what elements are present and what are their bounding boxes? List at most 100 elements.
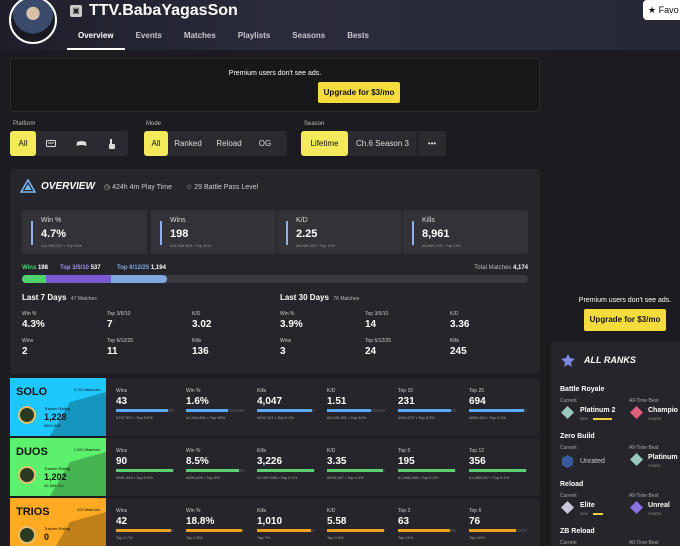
playlist-stat-label: Top 5 [398, 448, 411, 454]
playlist-stat-value: 76 [469, 516, 481, 527]
tab-playlists[interactable]: Playlists [227, 24, 281, 50]
playlist-stat-label: Top 6 [469, 508, 482, 514]
upgrade-button[interactable]: Upgrade for $3/mo [318, 82, 400, 103]
last7-value: 4.3% [22, 319, 45, 330]
playlist-stat-fill [257, 469, 314, 472]
stat-sub: #11,536,954 • Top 32% [170, 243, 212, 248]
stat-label: Kills [422, 217, 435, 224]
last7-label: Wins [22, 338, 34, 344]
rank-mode-name: Zero Build [560, 433, 595, 440]
playlist-stat-value: 1.51 [327, 396, 347, 407]
last7-value: 11 [107, 346, 118, 357]
playlist-stat-bar [469, 409, 527, 412]
last7-value: 3.02 [192, 319, 212, 330]
playlist-name: DUOS [16, 446, 48, 458]
gamepad-icon[interactable] [66, 131, 96, 156]
playlist-stat-value: 42 [116, 516, 128, 527]
playlist-stat-bar [327, 529, 385, 532]
playlist-stat-fill [469, 469, 526, 472]
last30-label: Kills [450, 338, 460, 344]
platinum-rank-icon [561, 406, 574, 419]
playlist-stat-bar [398, 529, 456, 532]
playlist-row-duos[interactable]: DUOS 1,093 Matches Tracker Rating 1,202 #2,5… [10, 438, 540, 496]
season-lifetime-button[interactable]: Lifetime [301, 131, 348, 156]
last30-label: Top 3/5/10 [365, 311, 389, 317]
platform-all-button[interactable]: All [10, 131, 36, 156]
playlist-banner: DUOS 1,093 Matches Tracker Rating 1,202 #2,5… [10, 438, 106, 496]
playlist-stat-label: K/D [327, 448, 336, 454]
playlist-stat-fill [469, 409, 524, 412]
playlist-row-trios[interactable]: TRIOS 223 Matches Tracker Rating 0 Wins 42 Top… [10, 498, 540, 546]
tab-seasons[interactable]: Seasons [281, 24, 336, 50]
stat-sub: #6,086,331 • Top 19% [296, 243, 336, 248]
platform-filter: All [10, 131, 128, 156]
last7-matches: 47 Matches [70, 296, 97, 302]
last30-value: 14 [365, 319, 377, 330]
playlist-stat-label: Top 25 [469, 388, 485, 394]
all-ranks-card: ALL RANKS Battle Royale Current All-Time… [551, 342, 680, 546]
rank-best-sub: CH5S1 [648, 463, 661, 468]
tracker-rating-label: Tracker Rating [44, 526, 71, 531]
profile-nav: Overview Events Matches Playlists Season… [67, 24, 380, 50]
playlist-stat-value: 356 [469, 456, 486, 467]
playlist-stat-bar [186, 409, 244, 412]
playlist-stat-bar [186, 469, 244, 472]
tab-events[interactable]: Events [125, 24, 173, 50]
rank-best-label: All-Time Best [629, 493, 659, 499]
playlist-row-solo[interactable]: SOLO 2,723 Matches Tracker Rating 1,228 #824… [10, 378, 540, 436]
playlist-stat-value: 43 [116, 396, 128, 407]
more-seasons-button[interactable]: ••• [418, 131, 446, 156]
tracker-rating-label: Tracker Rating [44, 466, 71, 471]
stat-value: 198 [170, 228, 189, 240]
stat-card-kd: K/D 2.25 #6,086,331 • Top 19% [277, 210, 402, 254]
overview-card: OVERVIEW ◷ 424h 4m Play Time ☆ 29 Battle… [10, 169, 540, 374]
playlist-stat-label: Wins [116, 388, 128, 394]
mode-filter: All Ranked Reload OG [144, 131, 287, 156]
keyboard-icon[interactable] [36, 131, 66, 156]
playlist-stat-sub: #1,566,988 • Top 0.2% [398, 475, 439, 480]
all-ranks-title: ALL RANKS [584, 355, 636, 365]
playlist-stat-value: 18.8% [186, 516, 215, 527]
mode-ranked-button[interactable]: Ranked [168, 131, 208, 156]
star-icon: ☆ [186, 184, 193, 191]
playlist-stat-bar [257, 529, 315, 532]
battle-pass-text: 29 Battle Pass Level [194, 184, 259, 191]
right-upgrade-button[interactable]: Upgrade for $3/mo [584, 309, 666, 331]
last7-title-text: Last 7 Days [22, 293, 67, 302]
mode-reload-button[interactable]: Reload [208, 131, 250, 156]
playtime-text: 424h 4m Play Time [112, 184, 172, 191]
playlist-stat-fill [186, 529, 242, 532]
playlist-stat-label: Top 3 [398, 508, 411, 514]
mode-all-button[interactable]: All [144, 131, 168, 156]
stat-card-wins: Wins 198 #11,536,954 • Top 32% [151, 210, 276, 254]
avatar[interactable] [9, 0, 57, 44]
tracker-rating-badge-icon [18, 466, 36, 484]
playlist-stat-label: Kills [257, 448, 267, 454]
playlist-stat-fill [327, 529, 384, 532]
tab-matches[interactable]: Matches [173, 24, 227, 50]
playlist-stat-fill [398, 469, 455, 472]
tab-bests[interactable]: Bests [336, 24, 380, 50]
playlist-stat-value: 90 [116, 456, 128, 467]
tracker-rating-sub: #824,948 [44, 423, 61, 428]
tab-overview[interactable]: Overview [67, 24, 125, 50]
playlist-stat-bar [116, 469, 174, 472]
last7-label: Kills [192, 338, 202, 344]
rank-current-label: Current [560, 493, 577, 499]
playlist-stat-fill [469, 529, 516, 532]
playlist-stat-bar [398, 409, 456, 412]
favorite-button[interactable]: ★ Favo [643, 0, 680, 20]
playlist-stat-label: Wins [116, 508, 128, 514]
rank-current-value: Platinum 2 [580, 407, 616, 414]
season-ch6s3-button[interactable]: Ch.6 Season 3 [348, 131, 417, 156]
mode-og-button[interactable]: OG [250, 131, 280, 156]
ranks-icon [561, 354, 575, 367]
playlist-stat-fill [327, 469, 383, 472]
progress-wins-value: 198 [37, 265, 48, 271]
playlist-stat-label: Top 10 [398, 388, 414, 394]
playlist-stat-sub: Top 4.7% [116, 535, 133, 540]
playlist-stat-value: 1,010 [257, 516, 283, 527]
playlist-stat-fill [116, 409, 168, 412]
touch-icon[interactable] [96, 131, 126, 156]
platform-label: Platform [13, 121, 36, 127]
